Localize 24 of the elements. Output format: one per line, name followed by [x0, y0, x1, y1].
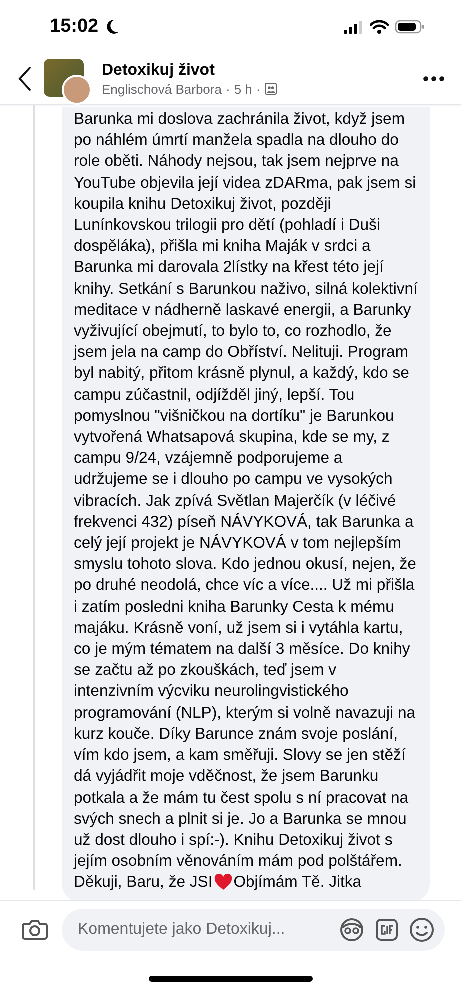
separator-dot: · [226, 82, 230, 96]
post-age: 5 h [234, 82, 252, 96]
gif-icon[interactable] [375, 918, 399, 942]
avatar-sticker-icon[interactable] [339, 918, 365, 942]
group-icon [264, 83, 277, 95]
comment-text: Barunka mi doslova zachránila život, když jsem po náhlém úmrtí manžela spadla na dlouho do role oběti. Náhody nejsou, tak jsem nejprve na YouTube objevila její videa zDARma, pak jsem si koupila knihu Detoxikuj život, později Lunínkovskou trilogii pro dětí (pohladí i Duši dospěláka), přišla mi kniha Maják v srdci a Barunka mi darovala 2lístky na křest této její knihy. Setkání s Barunkou naživo, silná kolektivní meditace v nádherně laskavé energii, a Barunky vyživující obejmutí, to bylo to, co rozhodlo, že jsem jela na camp do Obříství. Nelituji. Program byl nabitý, přitom krásně plynul, a každý, kdo se campu zúčastnil, odjížděl jiný, lepší. Tou pomyslnou "višničkou na dortíku" je Barunkou vytvořená Whatsapová skupina, kde se my, z campu 9/24, vzájemně podporujeme a udržujeme se i dlouho po campu ve vysokých vibracích. Jak zpívá Světlan Majerčík (v léčivé frekvenci 432) píseň NÁVYKOVÁ, tak Barunka a celý její projekt je NÁVYKOVÁ v tom nejlepším smyslu tohoto slova. Kdo jednou okusí, nejen, že po druhé neodolá, chce víc a více.... Už mi přišla i zatím posledni kniha Barunky Cesta k mému majáku. Krásně voní, už jsem si i vytáhla kartu, co je mým tématem na další 3 měsíce. Do knihy se začtu až po zkouškách, teď jsem v intenzivním výcviku neurolingvistického programování (NLP), kterým si volně navazuji na kurz kouče. Díky Barunce znám svoje poslání, vím kdo jsem, a kam směřuji. Slovy se jen stěží dá vyjádřit moje vděčnost, že jsem Barunku potkala a že mám tu čest spolu s ní pracovat na svých snech a plnit si je. Jo a Barunka se mnou už dost dlouho i spí:-). Knihu Detoxikuj život s jejím osobním věnováním mám pod polštářem. [74, 110, 418, 872]
separator-dot: · [256, 82, 261, 96]
more-icon[interactable] [423, 76, 445, 82]
comment-text: Děkuji, Baru, že JSI [74, 873, 213, 894]
author-name[interactable]: Englischová Barbora [102, 82, 222, 96]
camera-icon[interactable] [22, 919, 48, 941]
comment-bar[interactable]: Komentujete jako Detoxikuj... [62, 909, 445, 951]
moon-icon [106, 19, 120, 35]
emoji-icon[interactable] [409, 917, 435, 943]
comment-input-field[interactable]: Komentujete jako Detoxikuj... [76, 920, 329, 940]
wifi-icon [370, 20, 389, 34]
battery-icon [395, 20, 425, 34]
avatar-circle [62, 75, 92, 105]
page-title[interactable]: Detoxikuj život [102, 62, 411, 80]
signal-icon [344, 20, 364, 34]
back-icon[interactable] [18, 66, 32, 92]
heart-icon [214, 874, 233, 892]
status-time: 15:02 [50, 16, 99, 38]
comment-text: Objímám Tě. Jitka [234, 873, 362, 894]
